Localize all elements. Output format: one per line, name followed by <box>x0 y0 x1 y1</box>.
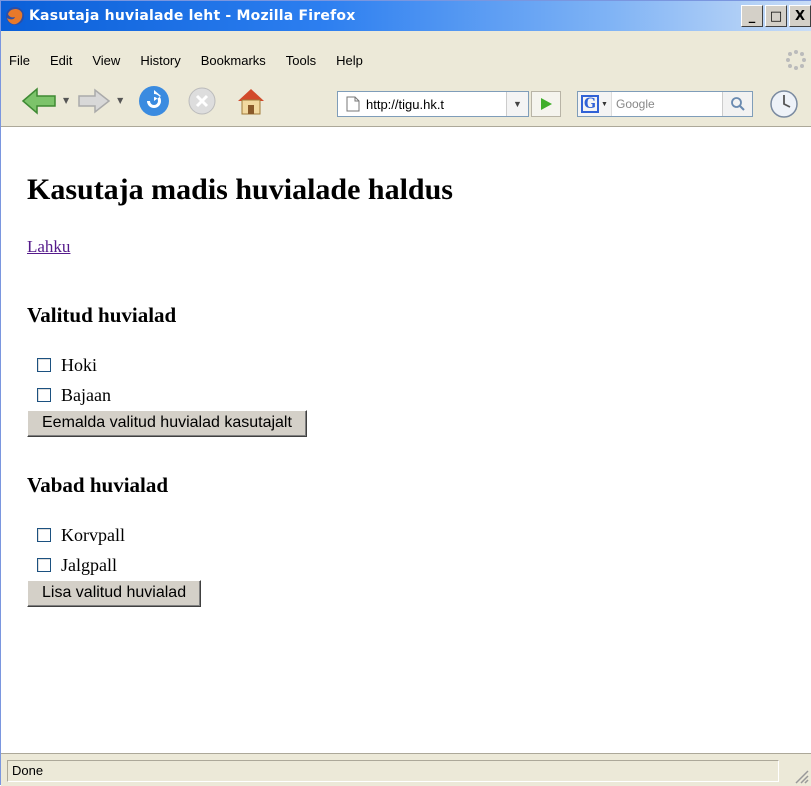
page-title: Kasutaja madis huvialade haldus <box>27 173 453 206</box>
resize-grip-icon[interactable] <box>793 768 809 784</box>
status-text: Done <box>7 760 779 782</box>
menu-tools[interactable]: Tools <box>286 53 316 68</box>
list-item: Jalgpall <box>27 550 811 580</box>
checkbox-label: Hoki <box>61 354 97 375</box>
maximize-button[interactable]: □ <box>765 5 787 27</box>
menubar-spacer <box>1 31 811 45</box>
menu-bar: File Edit View History Bookmarks Tools H… <box>1 45 811 75</box>
browser-window: Kasutaja huvialade leht - Mozilla Firefo… <box>0 0 811 786</box>
remove-selected-button[interactable]: Eemalda valitud huvialad kasutajalt <box>27 410 307 437</box>
close-button[interactable]: X <box>789 5 811 27</box>
engine-dropdown-icon: ▼ <box>601 100 608 108</box>
selected-interests-heading: Valitud huvialad <box>27 303 177 327</box>
go-arrow-icon <box>541 98 552 110</box>
reload-icon[interactable] <box>137 84 171 118</box>
menu-history[interactable]: History <box>140 53 180 68</box>
status-bar: Done <box>1 753 811 786</box>
checkbox-label: Jalgpall <box>61 554 117 575</box>
list-item: Bajaan <box>27 380 811 410</box>
available-interests-heading: Vabad huvialad <box>27 473 169 497</box>
url-dropdown-icon[interactable]: ▼ <box>506 92 528 116</box>
page-content: Kasutaja madis huvialade haldus Lahku Va… <box>1 127 811 753</box>
navigation-toolbar: ▼ ▼ http://tigu.hk.t ▼ G ▼ Google <box>1 75 811 127</box>
search-engine-selector[interactable]: G ▼ <box>578 92 612 116</box>
checkbox-korvpall[interactable] <box>37 528 51 542</box>
checkbox-jalgpall[interactable] <box>37 558 51 572</box>
checkbox-label: Bajaan <box>61 384 111 405</box>
forward-dropdown-icon[interactable]: ▼ <box>117 96 123 105</box>
add-selected-button[interactable]: Lisa valitud huvialad <box>27 580 202 607</box>
throbber-icon <box>786 50 806 70</box>
firefox-icon <box>6 7 24 25</box>
checkbox-bajaan[interactable] <box>37 388 51 402</box>
menu-edit[interactable]: Edit <box>50 53 72 68</box>
logout-link[interactable]: Lahku <box>27 237 70 257</box>
url-text[interactable]: http://tigu.hk.t <box>366 97 506 112</box>
history-clock-icon[interactable] <box>769 89 799 119</box>
home-icon[interactable] <box>235 86 267 116</box>
minimize-button[interactable]: _ <box>741 5 763 27</box>
forward-arrow-icon[interactable] <box>77 86 111 116</box>
back-dropdown-icon[interactable]: ▼ <box>63 96 69 105</box>
search-icon[interactable] <box>722 92 752 116</box>
menu-bookmarks[interactable]: Bookmarks <box>201 53 266 68</box>
menu-view[interactable]: View <box>92 53 120 68</box>
title-bar[interactable]: Kasutaja huvialade leht - Mozilla Firefo… <box>1 1 811 31</box>
list-item: Korvpall <box>27 520 811 550</box>
checkbox-hoki[interactable] <box>37 358 51 372</box>
list-item: Hoki <box>27 350 811 380</box>
url-bar[interactable]: http://tigu.hk.t ▼ <box>337 91 529 117</box>
menu-file[interactable]: File <box>9 53 30 68</box>
page-icon <box>346 96 360 112</box>
checkbox-label: Korvpall <box>61 524 125 545</box>
back-arrow-icon[interactable] <box>21 86 57 116</box>
stop-icon[interactable] <box>187 86 217 116</box>
window-title: Kasutaja huvialade leht - Mozilla Firefo… <box>29 8 356 24</box>
google-icon: G <box>581 95 600 113</box>
menu-help[interactable]: Help <box>336 53 363 68</box>
search-input[interactable]: Google <box>612 97 722 111</box>
search-bar[interactable]: G ▼ Google <box>577 91 753 117</box>
go-button[interactable] <box>531 91 561 117</box>
